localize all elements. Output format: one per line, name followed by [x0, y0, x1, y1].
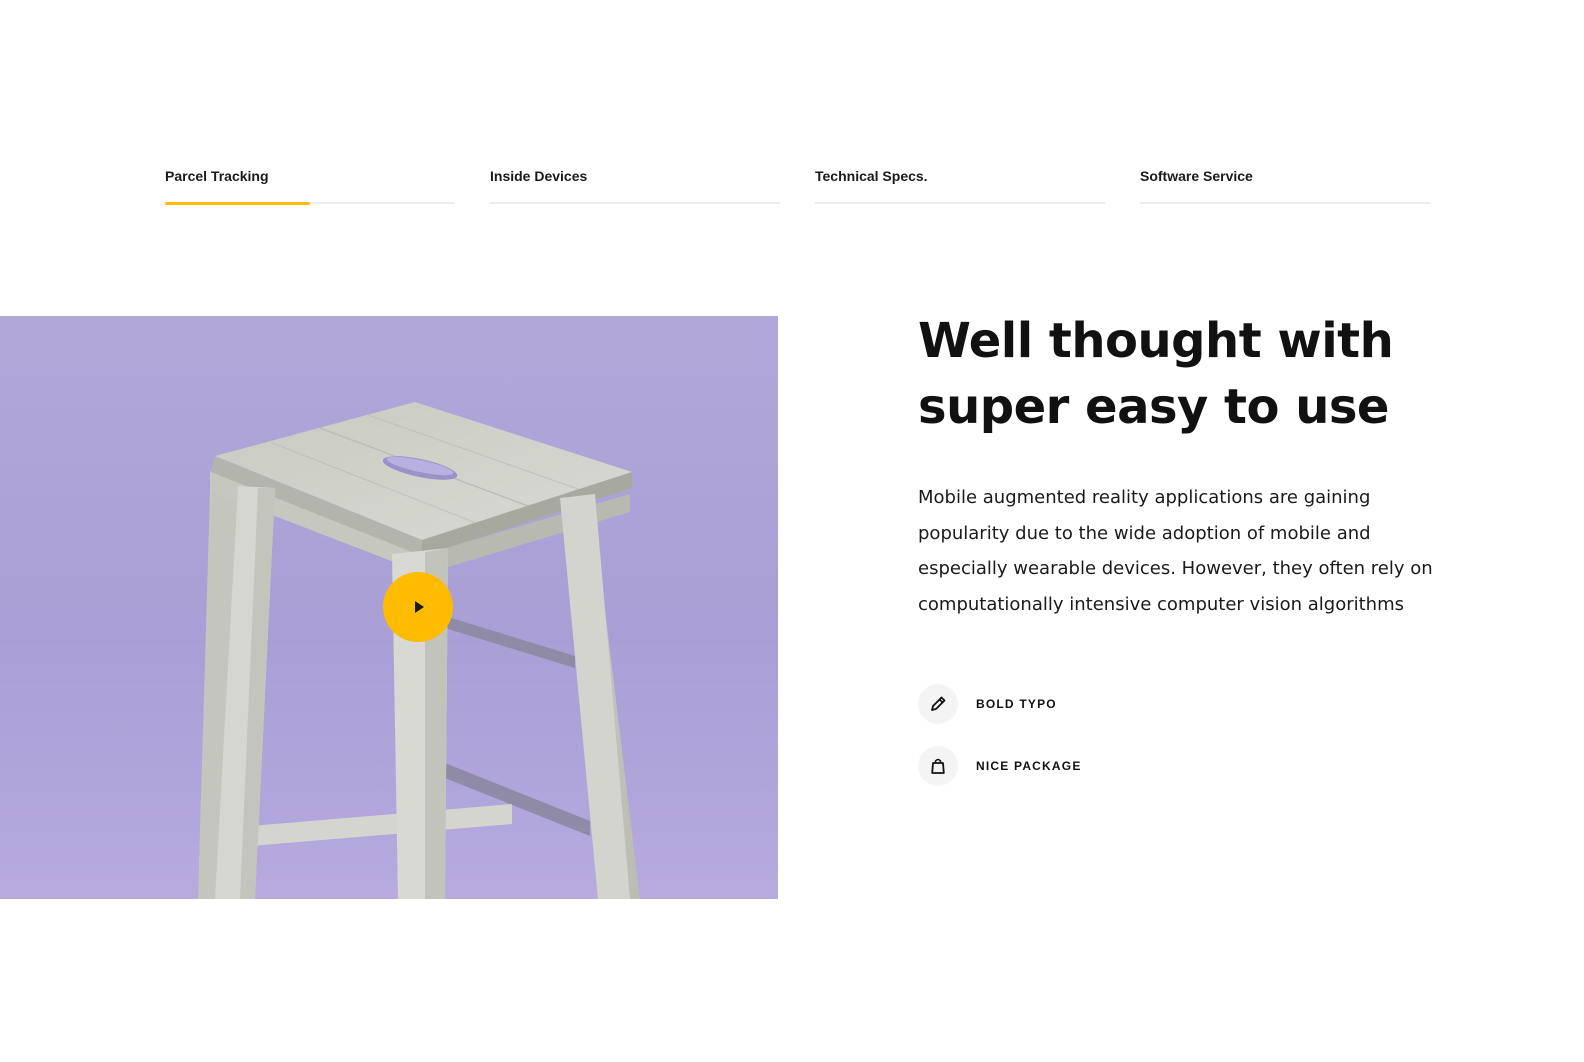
- tab-label: Technical Specs.: [815, 168, 928, 184]
- play-icon: [415, 601, 424, 613]
- tab-technical-specs[interactable]: Technical Specs.: [815, 166, 1105, 206]
- section-heading: Well thought with super easy to use: [918, 313, 1394, 435]
- feature-label: NICE PACKAGE: [976, 759, 1082, 773]
- feature-item-nice-package: NICE PACKAGE: [918, 746, 1318, 786]
- tab-progress-bar: [165, 202, 310, 205]
- tab-parcel-tracking[interactable]: Parcel Tracking: [165, 166, 455, 206]
- tab-track: [490, 202, 780, 204]
- tab-label: Software Service: [1140, 168, 1253, 184]
- feature-list: BOLD TYPO NICE PACKAGE: [918, 684, 1318, 808]
- tab-track: [815, 202, 1105, 204]
- page: Parcel Tracking Inside Devices Technical…: [0, 0, 1584, 1062]
- feature-tabs: Parcel Tracking Inside Devices Technical…: [165, 166, 1430, 206]
- pencil-icon: [918, 684, 958, 724]
- tab-label: Parcel Tracking: [165, 168, 269, 184]
- shopping-bag-icon: [918, 746, 958, 786]
- tab-inside-devices[interactable]: Inside Devices: [490, 166, 780, 206]
- section-description: Mobile augmented reality applications ar…: [918, 487, 1433, 615]
- play-button[interactable]: [383, 572, 453, 642]
- feature-item-bold-typo: BOLD TYPO: [918, 684, 1318, 724]
- tab-software-service[interactable]: Software Service: [1140, 166, 1430, 206]
- feature-label: BOLD TYPO: [976, 697, 1057, 711]
- tab-label: Inside Devices: [490, 168, 588, 184]
- tab-track: [1140, 202, 1430, 204]
